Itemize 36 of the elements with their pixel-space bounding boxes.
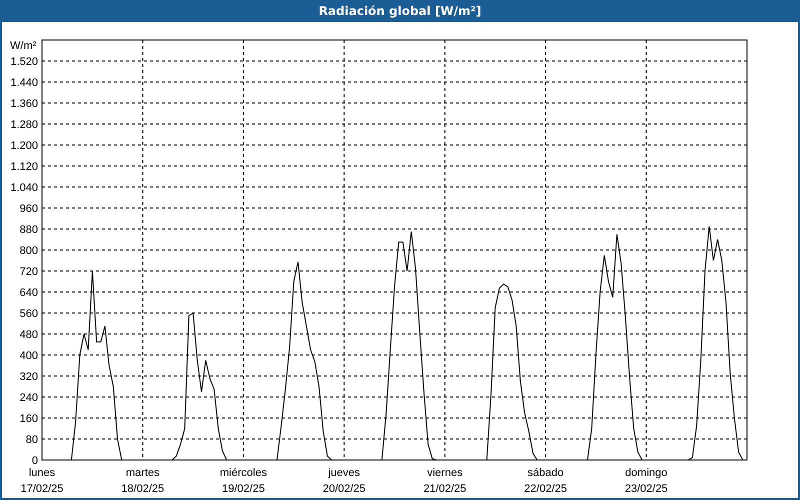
day-label: sábado (528, 466, 564, 479)
window-title: Radiación global [W/m²] (318, 4, 482, 18)
y-tick-label: 1.120 (10, 160, 38, 173)
y-tick-label: 640 (20, 286, 38, 299)
day-label: miércoles (220, 466, 267, 479)
y-tick-label: 400 (20, 350, 38, 362)
day-label: domingo (625, 466, 668, 479)
date-label: 22/02/25 (524, 482, 567, 495)
date-label: 19/02/25 (222, 482, 265, 495)
y-tick-label: 1.360 (10, 98, 38, 110)
y-tick-label: 1.520 (10, 56, 38, 68)
day-label: martes (126, 466, 160, 479)
y-tick-label: 720 (20, 266, 38, 278)
day-label: viernes (427, 466, 463, 479)
y-axis-unit: W/m² (10, 40, 36, 52)
date-label: 21/02/25 (423, 482, 466, 495)
y-tick-label: 1.280 (10, 118, 38, 131)
y-tick-label: 1.040 (10, 182, 38, 194)
y-tick-label: 1.200 (10, 140, 38, 152)
day-label: lunes (28, 466, 56, 479)
date-label: 20/02/25 (322, 482, 366, 495)
date-label: 17/02/25 (20, 482, 64, 495)
date-label: 23/02/25 (624, 482, 668, 495)
y-tick-label: 80 (26, 434, 38, 446)
day-label: jueves (328, 466, 360, 479)
y-tick-label: 800 (20, 244, 38, 257)
y-tick-label: 160 (20, 412, 38, 425)
date-label: 18/02/25 (121, 482, 164, 495)
y-tick-label: 960 (20, 202, 38, 215)
y-tick-label: 1.440 (10, 76, 38, 89)
y-tick-label: 560 (20, 308, 38, 320)
y-tick-label: 320 (20, 370, 38, 383)
y-tick-label: 880 (20, 224, 38, 236)
y-tick-label: 0 (32, 454, 38, 467)
y-tick-label: 480 (20, 328, 38, 341)
y-tick-label: 240 (20, 392, 38, 404)
